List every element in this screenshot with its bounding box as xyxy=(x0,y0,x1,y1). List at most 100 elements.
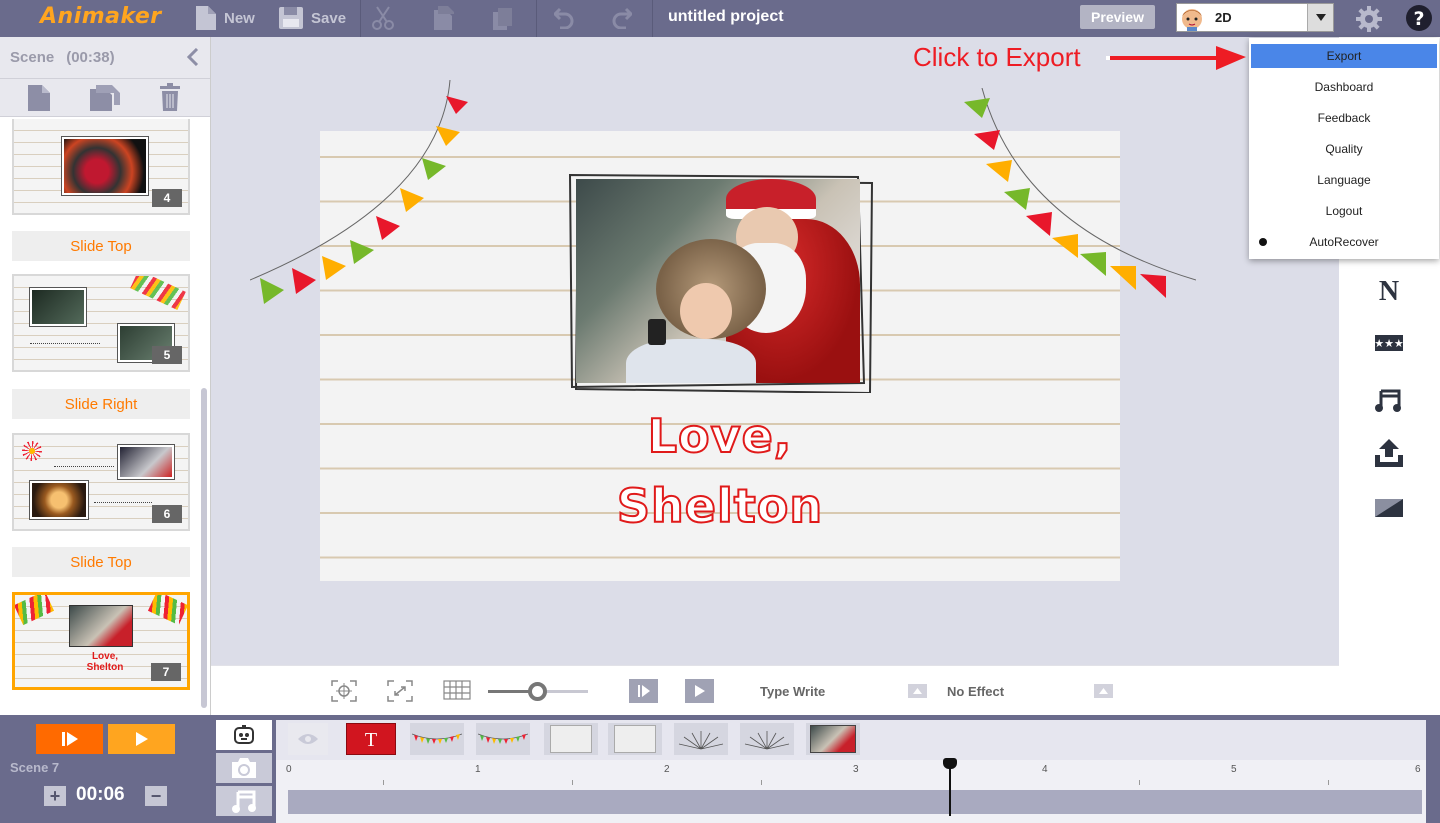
dropdown-arrow-icon[interactable] xyxy=(1307,4,1333,31)
timeline-object-burst-2[interactable] xyxy=(740,723,794,755)
caret-up-icon xyxy=(1099,688,1108,694)
decrease-duration-button[interactable]: − xyxy=(145,786,167,806)
enter-effect-up-button[interactable] xyxy=(908,684,927,698)
increase-duration-button[interactable]: + xyxy=(44,786,66,806)
canvas-text-line2[interactable]: Shelton xyxy=(320,478,1120,534)
toolbar-divider xyxy=(536,0,537,37)
svg-text:?: ? xyxy=(1413,8,1424,30)
preview-button[interactable]: Preview xyxy=(1080,5,1155,29)
transition-label[interactable]: Slide Top xyxy=(12,547,190,577)
play-button[interactable] xyxy=(685,679,714,703)
svg-text:T: T xyxy=(365,729,377,749)
zoom-slider-knob[interactable] xyxy=(528,682,547,701)
timeline-object-bunting-right[interactable] xyxy=(476,723,530,755)
save-button[interactable]: Save xyxy=(279,6,346,30)
rating-stars-icon[interactable]: ★★★ xyxy=(1375,335,1403,351)
scene-thumbnail-4[interactable]: 4 xyxy=(12,119,190,215)
canvas-text-line1[interactable]: Love, xyxy=(320,408,1120,464)
mode-select[interactable]: 2D xyxy=(1176,3,1334,32)
tab-characters[interactable] xyxy=(216,720,272,750)
timeline-object-photo[interactable] xyxy=(806,723,860,755)
menu-item-language[interactable]: Language xyxy=(1249,168,1439,192)
exit-effect-up-button[interactable] xyxy=(1094,684,1113,698)
menu-item-logout[interactable]: Logout xyxy=(1249,199,1439,223)
photo-girl-coat xyxy=(626,339,756,383)
menu-item-autorecover[interactable]: AutoRecover xyxy=(1249,230,1439,254)
scene-tools xyxy=(0,79,210,117)
thumbnail-photo xyxy=(30,481,88,519)
top-toolbar: Animaker New Save untitled project Previ… xyxy=(0,0,1440,37)
scene-duration: (00:38) xyxy=(66,49,115,66)
exit-effect-label[interactable]: No Effect xyxy=(947,684,1004,699)
frame-thumbnail xyxy=(550,725,592,753)
ruler-tick-label: 0 xyxy=(286,764,292,775)
timeline-object-frame-1[interactable] xyxy=(544,723,598,755)
app-logo[interactable]: Animaker xyxy=(40,4,162,29)
redo-button[interactable] xyxy=(612,6,632,30)
scene-list-scrollbar[interactable] xyxy=(201,388,207,708)
timeline-track[interactable] xyxy=(288,790,1422,814)
paste-button[interactable] xyxy=(491,6,515,30)
canvas-controls: Type Write No Effect xyxy=(211,665,1339,715)
transition-label[interactable]: Slide Top xyxy=(12,231,190,261)
help-icon[interactable]: ? xyxy=(1405,4,1433,32)
transition-label[interactable]: Slide Right xyxy=(12,389,190,419)
photo-crowd xyxy=(64,139,146,193)
scene-number: 7 xyxy=(151,663,181,681)
grid-icon[interactable] xyxy=(443,680,471,700)
thumbnail-text-placeholder xyxy=(94,497,152,503)
scene-thumbnail-6[interactable]: 6 xyxy=(12,433,190,531)
center-focus-icon[interactable] xyxy=(331,680,357,702)
menu-item-dashboard[interactable]: Dashboard xyxy=(1249,75,1439,99)
scene-thumbnail-5[interactable]: 5 xyxy=(12,274,190,372)
ruler-tick xyxy=(571,780,573,785)
visibility-toggle[interactable] xyxy=(288,723,328,755)
scene-thumbnail-7[interactable]: Love, Shelton 7 xyxy=(12,592,190,690)
undo-button[interactable] xyxy=(554,6,574,30)
menu-item-quality[interactable]: Quality xyxy=(1249,137,1439,161)
bunting-right[interactable] xyxy=(960,88,1196,302)
copy-button[interactable] xyxy=(432,6,454,30)
timeline-object-frame-2[interactable] xyxy=(608,723,662,755)
new-button-label: New xyxy=(224,9,255,27)
santa-photo[interactable] xyxy=(576,179,860,383)
add-scene-icon[interactable] xyxy=(28,85,50,111)
scene-panel: Scene (00:38) 4 Slide Top 5 Slide Right xyxy=(0,37,211,715)
collapse-panel-icon[interactable] xyxy=(187,48,199,66)
play-scene-button[interactable] xyxy=(108,724,175,754)
svg-text:★★★: ★★★ xyxy=(1375,337,1403,350)
menu-item-export[interactable]: Export xyxy=(1251,44,1437,68)
timeline-ruler[interactable]: 0 1 2 3 4 5 6 xyxy=(276,760,1426,823)
cut-button[interactable] xyxy=(372,6,394,30)
text-tool-icon[interactable]: N xyxy=(1375,277,1403,303)
project-title[interactable]: untitled project xyxy=(668,8,784,26)
duplicate-scene-icon[interactable] xyxy=(90,85,120,111)
new-button[interactable]: New xyxy=(194,6,255,30)
timeline-object-bunting-left[interactable] xyxy=(410,723,464,755)
gear-icon[interactable] xyxy=(1355,5,1383,33)
upload-icon[interactable] xyxy=(1375,439,1403,467)
mode-label: 2D xyxy=(1215,10,1232,25)
scene-panel-header: Scene (00:38) xyxy=(0,37,210,79)
current-scene-label: Scene 7 xyxy=(10,760,60,775)
tab-camera[interactable] xyxy=(216,753,272,783)
music-note-icon[interactable] xyxy=(1375,387,1401,413)
timeline-object-text[interactable]: T xyxy=(346,723,396,755)
menu-item-feedback[interactable]: Feedback xyxy=(1249,106,1439,130)
photo-thumbnail xyxy=(810,725,856,753)
scene-number: 6 xyxy=(152,505,182,523)
tab-music[interactable] xyxy=(216,786,272,816)
background-icon[interactable] xyxy=(1375,499,1403,517)
play-from-start-button[interactable] xyxy=(629,679,658,703)
bunting-left[interactable] xyxy=(250,80,472,306)
svg-text:N: N xyxy=(1379,277,1399,303)
character-avatar-icon xyxy=(1182,8,1202,31)
timeline-object-burst-1[interactable] xyxy=(674,723,728,755)
enter-effect-label[interactable]: Type Write xyxy=(760,684,825,699)
thumbnail-firework xyxy=(22,441,42,461)
delete-scene-icon[interactable] xyxy=(160,83,180,111)
playhead-line[interactable] xyxy=(948,760,951,816)
play-scene-from-start-button[interactable] xyxy=(36,724,103,754)
save-button-label: Save xyxy=(311,9,347,27)
fit-screen-icon[interactable] xyxy=(387,680,413,702)
